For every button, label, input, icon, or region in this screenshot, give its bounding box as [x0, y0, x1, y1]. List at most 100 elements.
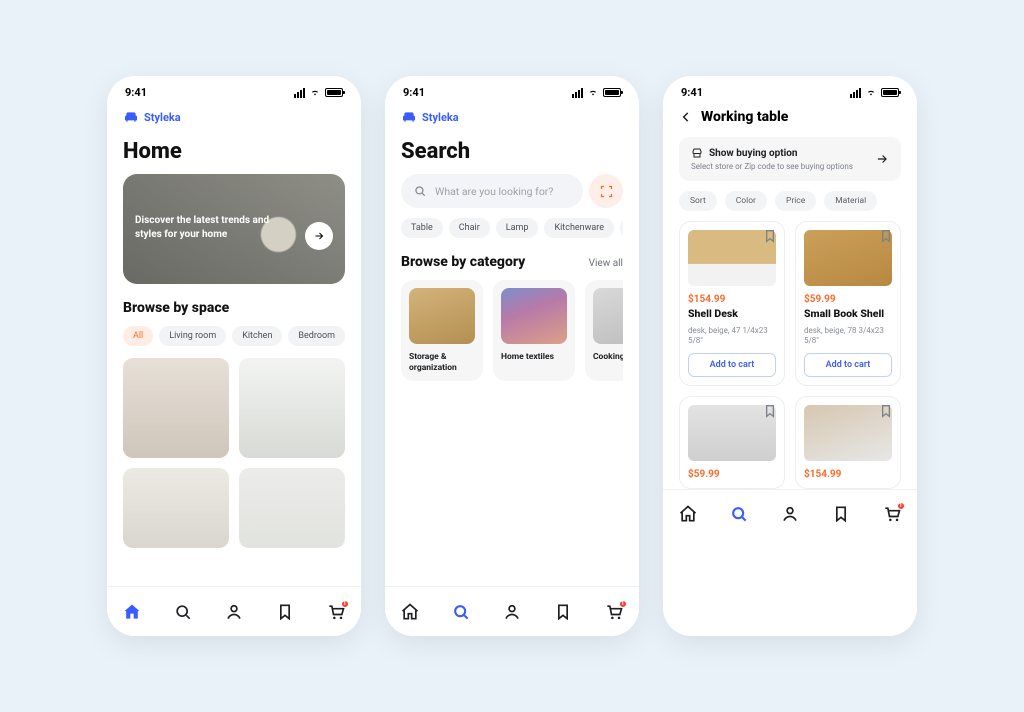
product-card[interactable]: $154.99: [795, 396, 901, 489]
nav-home[interactable]: [122, 602, 142, 622]
bookmark-icon[interactable]: [762, 403, 778, 419]
search-input[interactable]: [435, 185, 571, 198]
gallery-image[interactable]: [239, 468, 345, 548]
arrow-right-icon: [313, 230, 325, 242]
chip-table[interactable]: Table: [401, 218, 443, 238]
search-icon: [451, 602, 471, 622]
wifi-icon: [587, 88, 599, 97]
nav-cart[interactable]: 1: [326, 602, 346, 622]
category-card[interactable]: Cooking utensil: [585, 280, 623, 381]
chip-lamp[interactable]: Lamp: [496, 218, 539, 238]
wifi-icon: [309, 88, 321, 97]
gallery-image[interactable]: [239, 358, 345, 458]
arrow-right-icon: [875, 152, 889, 166]
viewall-link[interactable]: View all: [589, 258, 623, 269]
buying-option-box[interactable]: Show buying option Select store or Zip c…: [679, 137, 901, 181]
page-title: Search: [401, 139, 623, 164]
brand-logo[interactable]: Styleka: [385, 103, 639, 125]
hero-banner[interactable]: Discover the latest trends and styles fo…: [123, 174, 345, 284]
product-desc: desk, beige, 78 3/4x23 5/8": [804, 326, 892, 347]
home-screen: 9:41 Styleka Home Discover the latest tr…: [107, 76, 361, 636]
search-icon: [729, 504, 749, 524]
store-icon: [691, 147, 703, 159]
status-bar: 9:41: [385, 76, 639, 103]
home-icon: [678, 504, 698, 524]
user-icon: [502, 602, 522, 622]
nav-search[interactable]: [451, 602, 471, 622]
battery-icon: [603, 88, 621, 97]
chip-chair[interactable]: Chair: [449, 218, 490, 238]
add-to-cart-button[interactable]: Add to cart: [804, 353, 892, 377]
product-card[interactable]: $154.99 Shell Desk desk, beige, 47 1/4x2…: [679, 221, 785, 386]
status-time: 9:41: [125, 86, 147, 99]
filter-sort[interactable]: Sort: [679, 191, 717, 211]
add-to-cart-button[interactable]: Add to cart: [688, 353, 776, 377]
chip-livingroom[interactable]: Living room: [159, 326, 226, 346]
brand-logo[interactable]: Styleka: [107, 103, 361, 125]
status-bar: 9:41: [663, 76, 917, 103]
nav-bookmarks[interactable]: [831, 504, 851, 524]
status-indicators: [572, 88, 621, 98]
gallery-image[interactable]: [123, 358, 229, 458]
search-screen: 9:41 Styleka Search Table Chair Lamp Kit…: [385, 76, 639, 636]
nav-account[interactable]: [502, 602, 522, 622]
product-price: $59.99: [688, 469, 776, 480]
nav-account[interactable]: [224, 602, 244, 622]
category-image: [501, 288, 567, 344]
nav-search[interactable]: [729, 504, 749, 524]
space-gallery: [123, 358, 345, 548]
filter-price[interactable]: Price: [775, 191, 816, 211]
scan-button[interactable]: [589, 174, 623, 208]
search-row: [401, 174, 623, 208]
chip-all[interactable]: All: [123, 326, 153, 346]
bookmark-icon[interactable]: [878, 403, 894, 419]
nav-search[interactable]: [173, 602, 193, 622]
nav-bookmarks[interactable]: [275, 602, 295, 622]
nav-bookmarks[interactable]: [553, 602, 573, 622]
product-desc: desk, beige, 47 1/4x23 5/8": [688, 326, 776, 347]
hero-text: Discover the latest trends and styles fo…: [135, 214, 285, 241]
results-title: Working table: [701, 109, 788, 125]
chip-kitchenware[interactable]: Kitchenware: [544, 218, 614, 238]
category-image: [409, 288, 475, 344]
category-label: Home textiles: [501, 352, 567, 363]
cart-badge: 1: [897, 502, 905, 510]
nav-account[interactable]: [780, 504, 800, 524]
cart-badge: 1: [341, 600, 349, 608]
sofa-icon: [401, 109, 417, 125]
filter-material[interactable]: Material: [824, 191, 877, 211]
category-cards: Storage & organization Home textiles Coo…: [401, 280, 623, 381]
product-card[interactable]: $59.99: [679, 396, 785, 489]
nav-home[interactable]: [400, 602, 420, 622]
nav-home[interactable]: [678, 504, 698, 524]
bottom-nav: 1: [663, 489, 917, 539]
bookmark-icon[interactable]: [878, 228, 894, 244]
nav-cart[interactable]: 1: [604, 602, 624, 622]
bookmark-icon[interactable]: [762, 228, 778, 244]
signal-icon: [850, 88, 861, 98]
search-input-wrapper[interactable]: [401, 174, 583, 208]
hero-next-button[interactable]: [305, 222, 333, 250]
search-chips: Table Chair Lamp Kitchenware Carpet: [401, 218, 623, 238]
chevron-left-icon[interactable]: [679, 110, 693, 124]
filter-chips: Sort Color Price Material: [663, 191, 917, 211]
wifi-icon: [865, 88, 877, 97]
scan-icon: [599, 184, 614, 199]
category-card[interactable]: Home textiles: [493, 280, 575, 381]
battery-icon: [325, 88, 343, 97]
chip-bedroom[interactable]: Bedroom: [288, 326, 345, 346]
signal-icon: [572, 88, 583, 98]
chip-carpet[interactable]: Carpet: [620, 218, 623, 238]
chip-kitchen[interactable]: Kitchen: [232, 326, 282, 346]
status-bar: 9:41: [107, 76, 361, 103]
gallery-image[interactable]: [123, 468, 229, 548]
filter-color[interactable]: Color: [725, 191, 767, 211]
user-icon: [780, 504, 800, 524]
product-card[interactable]: $59.99 Small Book Shell desk, beige, 78 …: [795, 221, 901, 386]
status-indicators: [294, 88, 343, 98]
space-chips: All Living room Kitchen Bedroom Bathroom: [123, 326, 345, 346]
product-name: Small Book Shell: [804, 307, 892, 320]
nav-cart[interactable]: 1: [882, 504, 902, 524]
category-card[interactable]: Storage & organization: [401, 280, 483, 381]
home-icon: [122, 602, 142, 622]
